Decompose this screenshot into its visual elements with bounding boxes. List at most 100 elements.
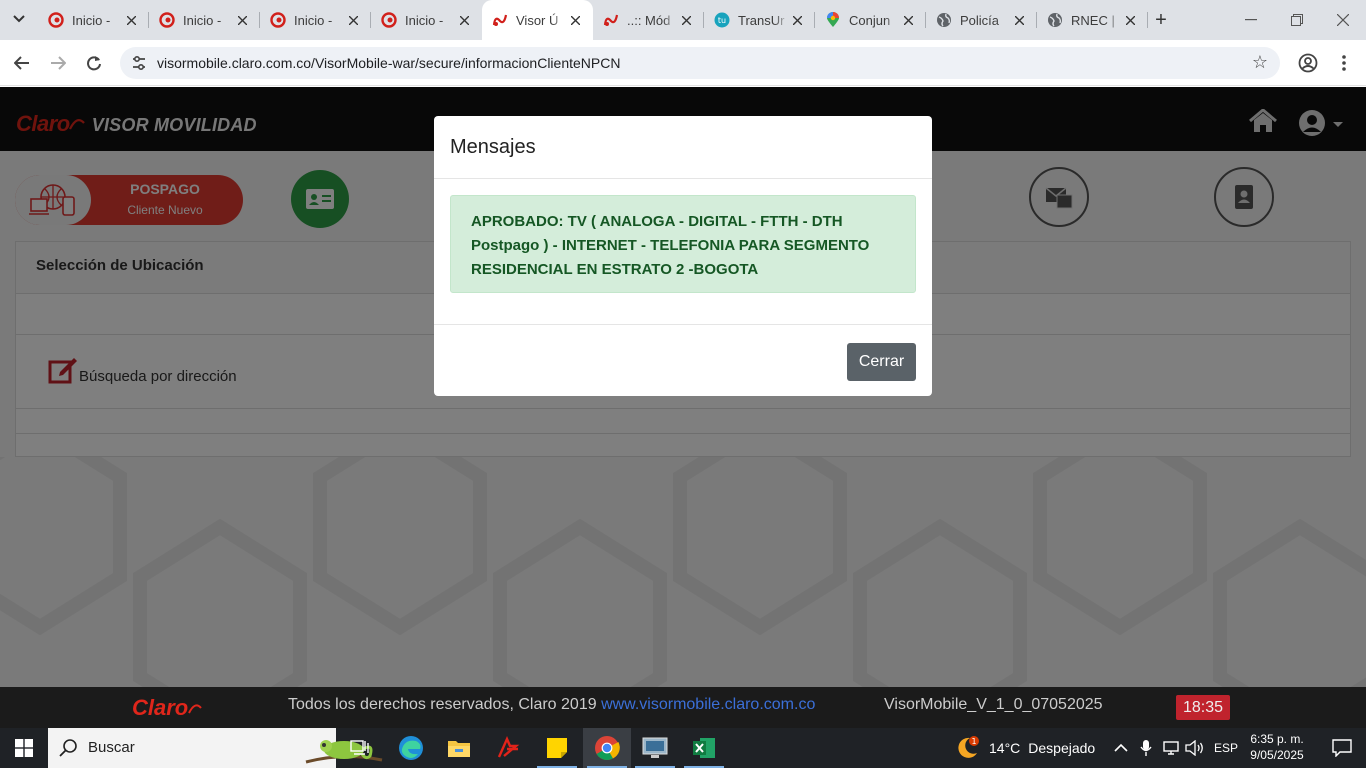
weather-moon-icon: 1 <box>958 736 979 758</box>
tab-title: TransUr <box>738 12 785 28</box>
weather-badge: 1 <box>971 737 976 746</box>
url-text[interactable]: visormobile.claro.com.co/VisorMobile-war… <box>157 55 620 71</box>
bookmark-star-icon[interactable]: ☆ <box>1252 52 1268 73</box>
tab-close-icon[interactable] <box>789 12 805 28</box>
browser-tab[interactable]: Inicio - <box>260 0 371 40</box>
weather-widget[interactable]: 1 14°C Despejado <box>954 728 1095 768</box>
footer-copyright: Todos los derechos reservados, Claro 201… <box>288 696 815 714</box>
browser-tab[interactable]: Inicio - <box>371 0 482 40</box>
back-icon[interactable] <box>10 51 34 75</box>
windows-taskbar: Buscar 1 14°C Despejado ESP 6:35 p. m. 9… <box>0 728 1366 768</box>
network-icon[interactable] <box>1161 728 1181 768</box>
reload-icon[interactable] <box>82 51 106 75</box>
tab-close-icon[interactable] <box>678 12 694 28</box>
weather-description: Despejado <box>1028 740 1096 756</box>
show-hidden-icons[interactable] <box>1114 728 1128 768</box>
windows-start-icon[interactable] <box>0 728 48 768</box>
browser-tab[interactable]: Inicio - <box>38 0 149 40</box>
tab-close-icon[interactable] <box>234 12 250 28</box>
search-icon <box>59 739 77 757</box>
tab-title: RNEC | <box>1071 12 1115 28</box>
footer-logo-text: Claro <box>132 695 189 720</box>
globe-icon <box>1047 12 1063 28</box>
close-window-button[interactable] <box>1320 0 1366 40</box>
browser-tab[interactable]: Visor Ú <box>482 0 593 40</box>
profile-icon[interactable] <box>1296 51 1320 75</box>
tab-title: Visor Ú <box>516 12 559 28</box>
browser-tab-strip: Inicio - Inicio - Inicio - Inicio - Viso… <box>0 0 1366 40</box>
sticky-notes-icon[interactable] <box>533 728 581 768</box>
tab-title: Inicio - <box>72 12 111 28</box>
claro-icon <box>381 12 397 28</box>
modal-title: Mensajes <box>450 136 536 158</box>
clock-time: 6:35 p. m. <box>1250 732 1304 746</box>
close-button[interactable]: Cerrar <box>847 343 916 381</box>
restore-button[interactable] <box>1274 0 1320 40</box>
modal-footer-divider <box>434 324 932 325</box>
weather-temperature: 14°C <box>989 740 1021 756</box>
microphone-icon[interactable] <box>1140 728 1152 768</box>
tab-separator <box>1147 12 1148 28</box>
chrome-icon[interactable] <box>583 728 631 768</box>
tab-list: Inicio - Inicio - Inicio - Inicio - Viso… <box>38 0 1148 40</box>
new-tab-button[interactable]: + <box>1150 9 1172 31</box>
footer-claro-logo: Claro <box>132 695 203 721</box>
session-timer: 18:35 <box>1176 695 1230 720</box>
claro-icon <box>159 12 175 28</box>
remote-desktop-icon[interactable] <box>631 728 679 768</box>
minimize-button[interactable] <box>1228 0 1274 40</box>
transunion-icon: tu <box>714 12 730 28</box>
task-view-icon[interactable] <box>336 728 384 768</box>
tab-title: Policía <box>960 12 1000 28</box>
tab-title: Conjun <box>849 12 891 28</box>
browser-toolbar: visormobile.claro.com.co/VisorMobile-war… <box>0 40 1366 86</box>
claro-icon <box>270 12 286 28</box>
svg-text:tu: tu <box>718 16 726 25</box>
claro-icon <box>48 12 64 28</box>
edge-icon[interactable] <box>387 728 435 768</box>
messages-modal: Mensajes APROBADO: TV ( ANALOGA - DIGITA… <box>434 116 932 396</box>
taskbar-search-placeholder: Buscar <box>88 739 135 756</box>
browser-tab[interactable]: Policía <box>926 0 1037 40</box>
browser-tab[interactable]: Conjun <box>815 0 926 40</box>
clock-date: 9/05/2025 <box>1250 748 1304 762</box>
browser-tab[interactable]: tu TransUr <box>704 0 815 40</box>
browser-tab[interactable]: Inicio - <box>149 0 260 40</box>
tab-close-icon[interactable] <box>567 12 583 28</box>
globe-icon <box>936 12 952 28</box>
app-version: VisorMobile_V_1_0_07052025 <box>884 696 1103 713</box>
tab-search-icon[interactable] <box>8 8 30 30</box>
tab-close-icon[interactable] <box>456 12 472 28</box>
footer-site-link[interactable]: www.visormobile.claro.com.co <box>601 696 815 713</box>
visor-icon <box>603 12 619 28</box>
acrobat-icon[interactable] <box>484 728 532 768</box>
tab-close-icon[interactable] <box>123 12 139 28</box>
excel-icon[interactable] <box>680 728 728 768</box>
copyright-text: Todos los derechos reservados, Claro 201… <box>288 696 602 713</box>
menu-kebab-icon[interactable] <box>1332 51 1356 75</box>
browser-tab[interactable]: RNEC | <box>1037 0 1148 40</box>
site-info-icon[interactable] <box>130 54 148 72</box>
address-bar[interactable]: visormobile.claro.com.co/VisorMobile-war… <box>120 47 1280 79</box>
app-footer: Claro Todos los derechos reservados, Cla… <box>0 687 1366 728</box>
tab-close-icon[interactable] <box>900 12 916 28</box>
taskbar-search[interactable]: Buscar <box>48 728 383 768</box>
tab-title: ..:: Mód <box>627 12 671 28</box>
forward-icon[interactable] <box>46 51 70 75</box>
tab-close-icon[interactable] <box>345 12 361 28</box>
tab-close-icon[interactable] <box>1011 12 1027 28</box>
modal-header: Mensajes <box>434 116 932 179</box>
maps-pin-icon <box>825 12 841 28</box>
volume-icon[interactable] <box>1185 728 1205 768</box>
tab-title: Inicio - <box>294 12 333 28</box>
tab-title: Inicio - <box>183 12 222 28</box>
tab-title: Inicio - <box>405 12 444 28</box>
language-indicator[interactable]: ESP <box>1214 728 1238 768</box>
browser-tab[interactable]: ..:: Mód <box>593 0 704 40</box>
claro-logo-mark-icon <box>188 704 203 714</box>
system-clock[interactable]: 6:35 p. m. 9/05/2025 <box>1246 731 1308 763</box>
file-explorer-icon[interactable] <box>435 728 483 768</box>
notification-center-icon[interactable] <box>1318 728 1366 768</box>
tab-close-icon[interactable] <box>1122 12 1138 28</box>
visor-icon <box>492 12 508 28</box>
